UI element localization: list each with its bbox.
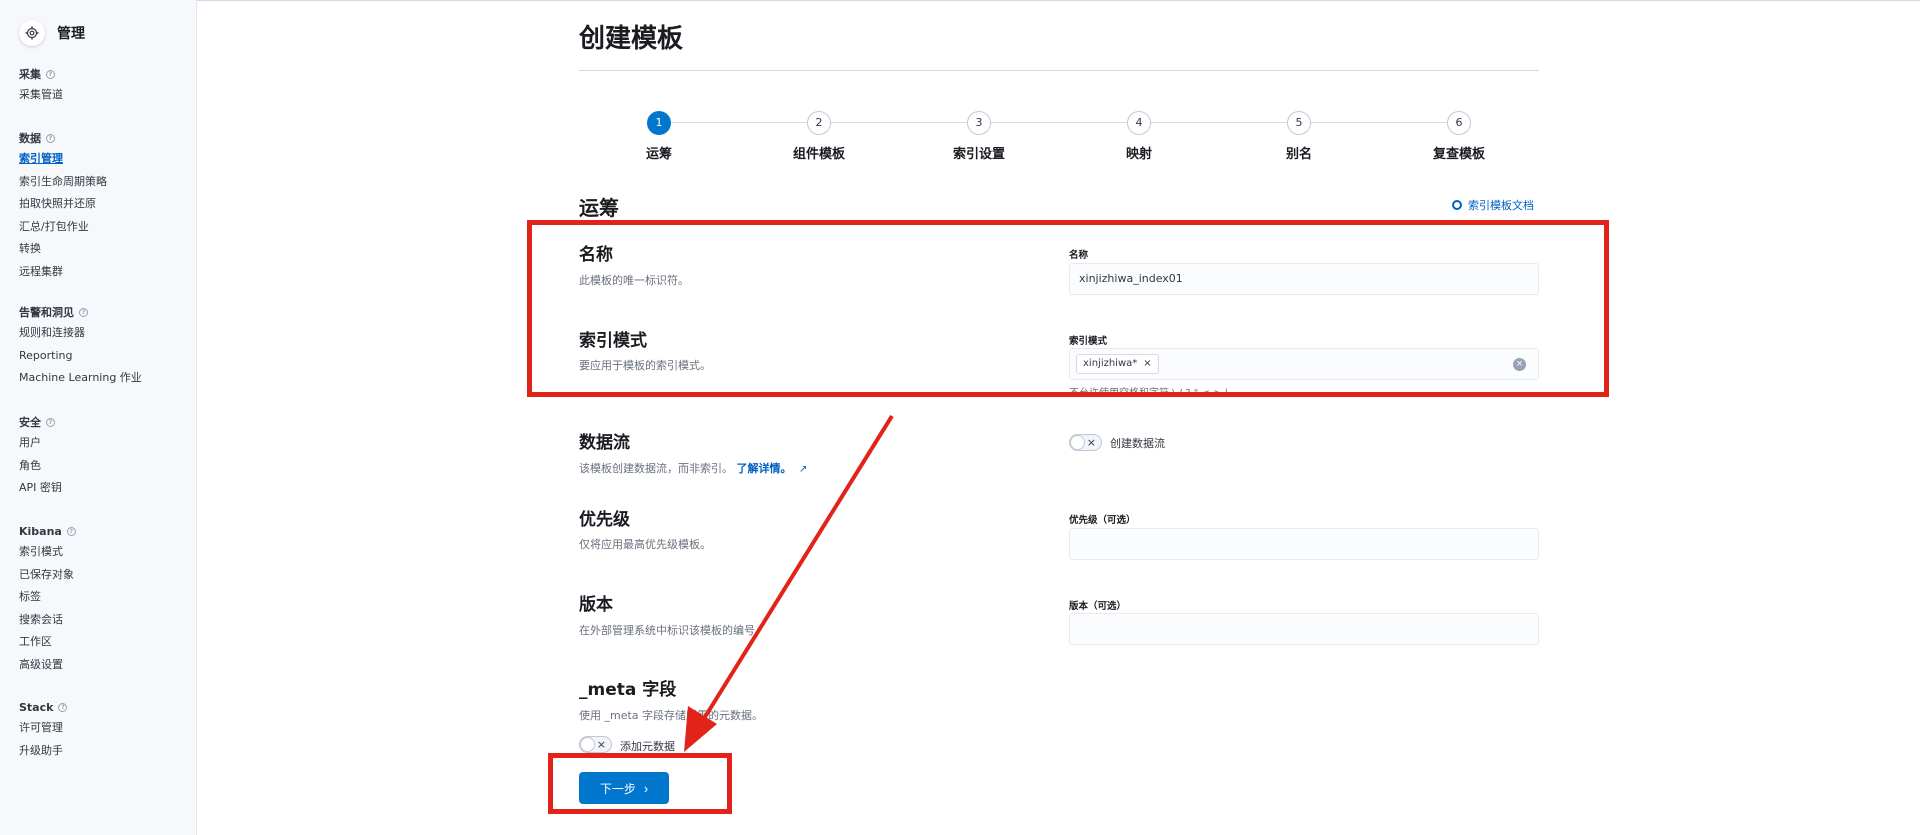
annotation-arrow (684, 414, 894, 752)
